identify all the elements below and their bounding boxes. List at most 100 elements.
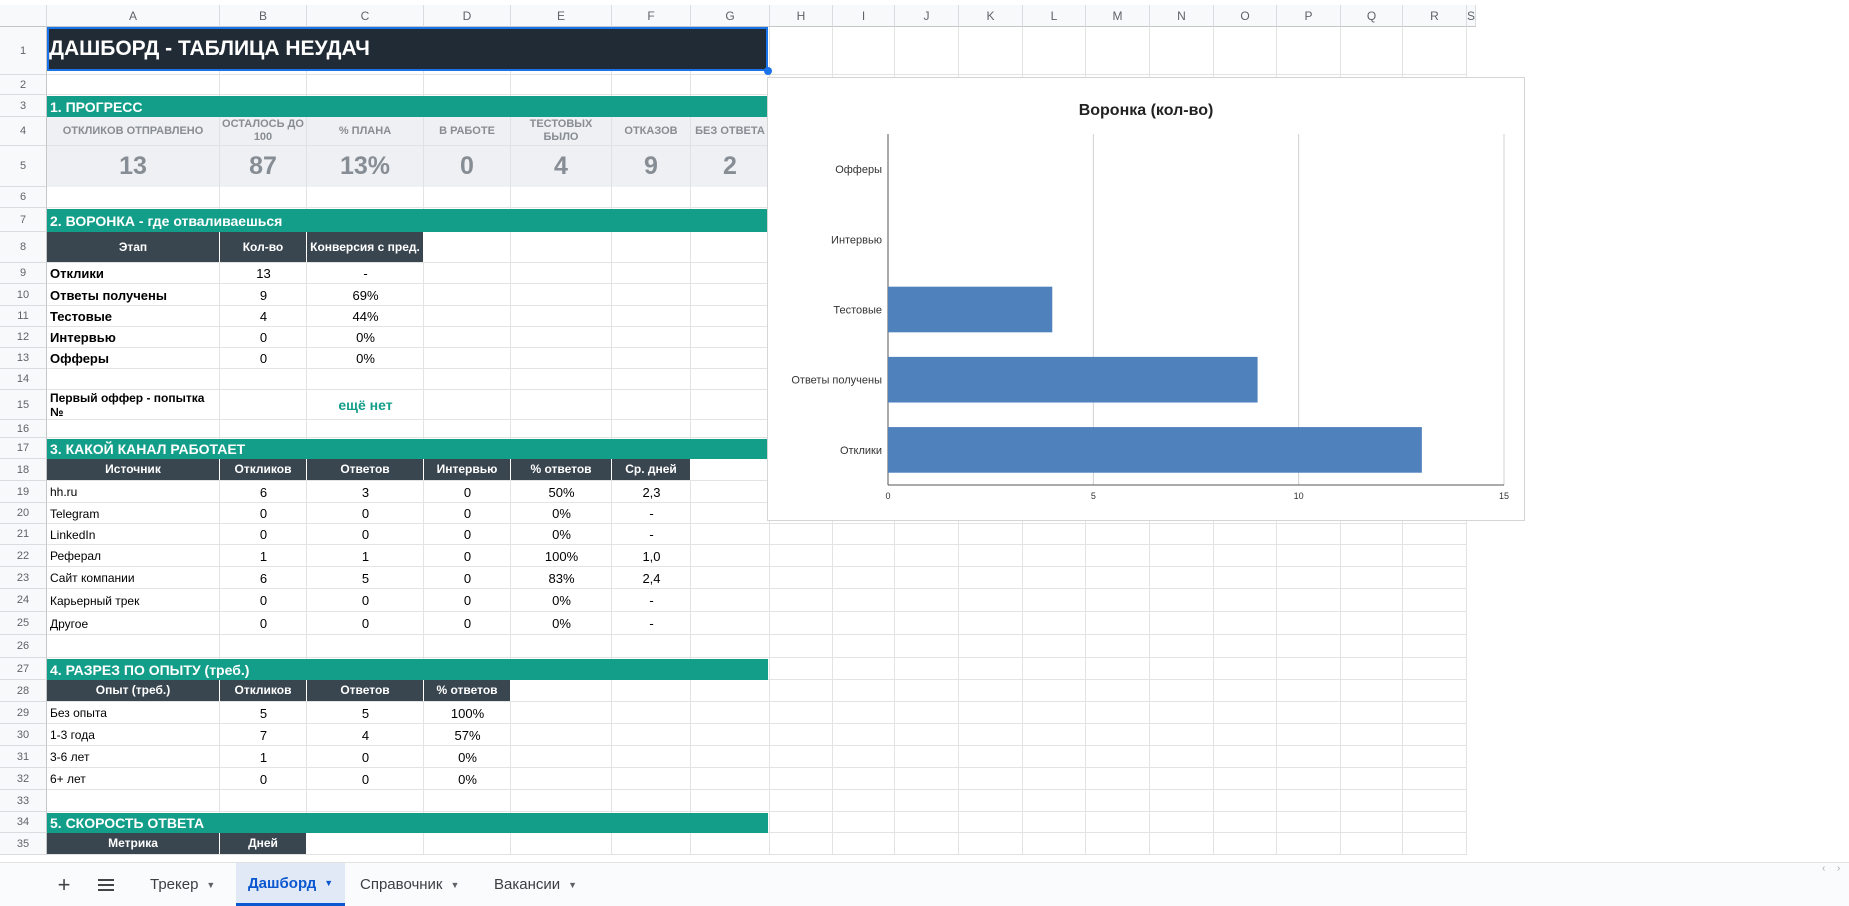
cell[interactable]: [1403, 680, 1467, 702]
cell[interactable]: [833, 612, 895, 635]
cell[interactable]: [47, 187, 220, 208]
column-header-O[interactable]: O: [1214, 5, 1277, 27]
cell[interactable]: [959, 746, 1023, 768]
row-header-35[interactable]: 35: [0, 833, 47, 855]
cell[interactable]: [612, 833, 691, 855]
cell[interactable]: [612, 420, 691, 438]
cell[interactable]: [959, 812, 1023, 833]
cell[interactable]: [612, 187, 691, 208]
dropdown-arrow-icon[interactable]: ▼: [568, 880, 577, 890]
cell[interactable]: [691, 232, 770, 263]
cell[interactable]: [1023, 702, 1086, 724]
cell[interactable]: [511, 187, 612, 208]
row-header-34[interactable]: 34: [0, 812, 47, 833]
cell[interactable]: [895, 567, 959, 589]
cell[interactable]: [307, 75, 424, 95]
row-header-23[interactable]: 23: [0, 567, 47, 589]
cell[interactable]: [511, 702, 612, 724]
cell[interactable]: [612, 390, 691, 420]
cell[interactable]: [307, 369, 424, 390]
cell[interactable]: [307, 635, 424, 658]
cell[interactable]: [1023, 724, 1086, 746]
cell[interactable]: [220, 75, 307, 95]
cell[interactable]: [770, 746, 833, 768]
sheet-tab-1[interactable]: Трекер ▼: [138, 863, 227, 906]
cell[interactable]: [1341, 545, 1403, 567]
select-all-corner[interactable]: [0, 5, 47, 27]
cell[interactable]: [612, 284, 691, 306]
cell[interactable]: [895, 680, 959, 702]
cell[interactable]: [1341, 768, 1403, 790]
cell[interactable]: [770, 724, 833, 746]
cell[interactable]: [1341, 724, 1403, 746]
cell[interactable]: [511, 680, 612, 702]
row-header-8[interactable]: 8: [0, 232, 47, 263]
cell[interactable]: [220, 390, 307, 420]
cell[interactable]: [1086, 567, 1150, 589]
cell[interactable]: [691, 503, 770, 524]
cell[interactable]: [959, 567, 1023, 589]
cell[interactable]: [1403, 567, 1467, 589]
cell[interactable]: [1086, 524, 1150, 545]
cell[interactable]: [1277, 635, 1341, 658]
cell[interactable]: [1150, 833, 1214, 855]
row-header-29[interactable]: 29: [0, 702, 47, 724]
cell[interactable]: [307, 833, 424, 855]
cell[interactable]: [1150, 545, 1214, 567]
cell[interactable]: [1277, 724, 1341, 746]
cell[interactable]: [691, 75, 770, 95]
cell[interactable]: [691, 481, 770, 503]
cell[interactable]: [1214, 768, 1277, 790]
cell[interactable]: [424, 790, 511, 812]
row-header-33[interactable]: 33: [0, 790, 47, 812]
column-header-H[interactable]: H: [770, 5, 833, 27]
cell[interactable]: [770, 635, 833, 658]
cell[interactable]: [1150, 746, 1214, 768]
cell[interactable]: [895, 612, 959, 635]
cell[interactable]: [1214, 812, 1277, 833]
cell[interactable]: [691, 724, 770, 746]
cell[interactable]: [691, 680, 770, 702]
cell[interactable]: [1150, 702, 1214, 724]
cell[interactable]: [1023, 768, 1086, 790]
cell[interactable]: [770, 812, 833, 833]
cell[interactable]: [959, 545, 1023, 567]
cell[interactable]: [1214, 589, 1277, 612]
cell[interactable]: [691, 768, 770, 790]
cell[interactable]: [1023, 635, 1086, 658]
cell[interactable]: [220, 790, 307, 812]
column-header-P[interactable]: P: [1277, 5, 1341, 27]
cell[interactable]: [424, 420, 511, 438]
cell[interactable]: [959, 790, 1023, 812]
column-header-C[interactable]: C: [307, 5, 424, 27]
cell[interactable]: [959, 27, 1023, 75]
cell[interactable]: [1341, 27, 1403, 75]
cell[interactable]: [511, 390, 612, 420]
cell[interactable]: [691, 284, 770, 306]
row-header-31[interactable]: 31: [0, 746, 47, 768]
cell[interactable]: [691, 635, 770, 658]
cell[interactable]: [895, 589, 959, 612]
cell[interactable]: [833, 790, 895, 812]
cell[interactable]: [1341, 746, 1403, 768]
cell[interactable]: [1086, 833, 1150, 855]
cell[interactable]: [612, 232, 691, 263]
cell[interactable]: [959, 768, 1023, 790]
cell[interactable]: [895, 702, 959, 724]
cell[interactable]: [1214, 790, 1277, 812]
cell[interactable]: [1277, 27, 1341, 75]
cell[interactable]: [895, 790, 959, 812]
cell[interactable]: [691, 327, 770, 348]
cell[interactable]: [1277, 612, 1341, 635]
cell[interactable]: [1277, 545, 1341, 567]
cell[interactable]: [424, 348, 511, 369]
cell[interactable]: [1086, 680, 1150, 702]
column-header-M[interactable]: M: [1086, 5, 1150, 27]
cell[interactable]: [1150, 812, 1214, 833]
row-header-21[interactable]: 21: [0, 524, 47, 545]
cell[interactable]: [770, 545, 833, 567]
cell[interactable]: [833, 27, 895, 75]
row-header-12[interactable]: 12: [0, 327, 47, 348]
cell[interactable]: [612, 768, 691, 790]
cell[interactable]: [1403, 746, 1467, 768]
